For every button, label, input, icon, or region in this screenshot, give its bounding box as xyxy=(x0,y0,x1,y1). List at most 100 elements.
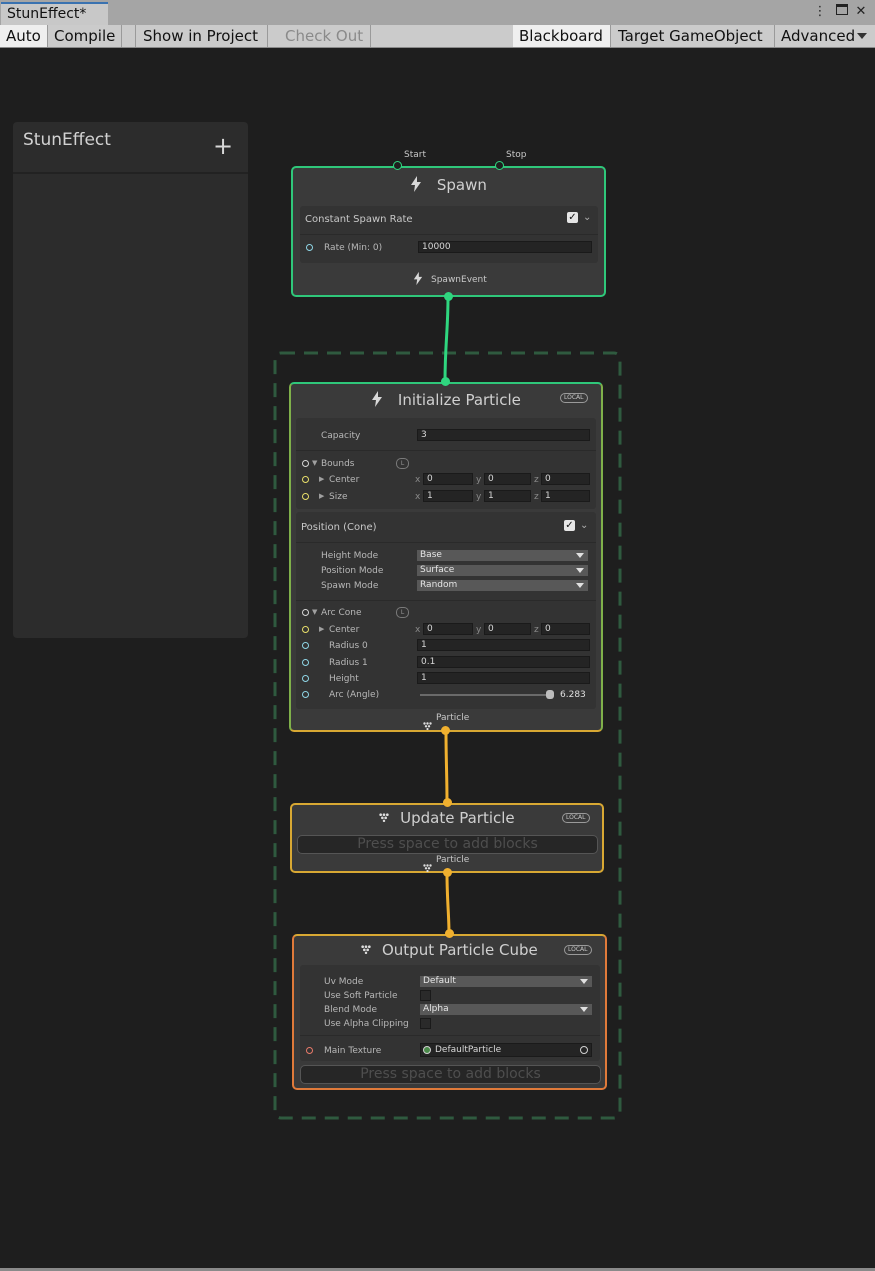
cone-center-x[interactable]: 0 xyxy=(423,623,473,635)
axis-z-label: z xyxy=(534,625,539,635)
use-soft-particle-label: Use Soft Particle xyxy=(324,991,398,1001)
constant-spawn-rate-block[interactable]: Constant Spawn Rate ✓ ⌄ Rate (Min: 0) 10… xyxy=(300,206,598,263)
spawn-title-row: Spawn xyxy=(293,176,604,194)
expand-right-icon[interactable]: ▶ xyxy=(319,492,324,500)
cone-center-y[interactable]: 0 xyxy=(484,623,531,635)
bounds-center-port[interactable] xyxy=(302,476,309,483)
spawn-title: Spawn xyxy=(436,176,487,194)
radius0-label: Radius 0 xyxy=(329,641,368,651)
position-cone-block[interactable]: Position (Cone) ✓ ⌄ Height Mode Base Pos… xyxy=(296,512,596,709)
height-mode-dropdown[interactable]: Base xyxy=(417,550,588,561)
expand-right-icon[interactable]: ▶ xyxy=(319,475,324,483)
particle-output-icon xyxy=(423,857,432,876)
rate-input-port[interactable] xyxy=(306,244,313,251)
output-input-port[interactable] xyxy=(445,929,454,938)
main-texture-label: Main Texture xyxy=(324,1046,382,1056)
position-mode-dropdown[interactable]: Surface xyxy=(417,565,588,576)
start-input-port[interactable] xyxy=(393,161,402,170)
bounds-center-z[interactable]: 0 xyxy=(541,473,590,485)
radius1-label: Radius 1 xyxy=(329,658,368,668)
axis-z-label: z xyxy=(534,492,539,502)
block-enable-checkbox[interactable]: ✓ xyxy=(564,520,575,531)
use-soft-particle-checkbox[interactable] xyxy=(420,990,431,1001)
arc-cone-port[interactable] xyxy=(302,609,309,616)
edge-update-output xyxy=(445,872,451,935)
bounds-center-x[interactable]: 0 xyxy=(423,473,473,485)
radius0-port[interactable] xyxy=(302,642,309,649)
spawn-context[interactable]: Spawn Constant Spawn Rate ✓ ⌄ Rate (Min:… xyxy=(291,166,606,297)
divider xyxy=(296,450,596,451)
radius0-field[interactable]: 1 xyxy=(417,639,590,651)
bounds-size-x[interactable]: 1 xyxy=(423,490,473,502)
arc-angle-port[interactable] xyxy=(302,691,309,698)
height-field[interactable]: 1 xyxy=(417,672,590,684)
init-title: Initialize Particle xyxy=(397,391,521,409)
init-output-port[interactable] xyxy=(441,726,450,735)
update-input-port[interactable] xyxy=(443,798,452,807)
main-texture-value: DefaultParticle xyxy=(435,1045,502,1055)
bounds-size-z[interactable]: 1 xyxy=(541,490,590,502)
bounds-center-y[interactable]: 0 xyxy=(484,473,531,485)
height-port[interactable] xyxy=(302,675,309,682)
expand-right-icon[interactable]: ▶ xyxy=(319,625,324,633)
bounds-port[interactable] xyxy=(302,460,309,467)
initialize-particle-context[interactable]: Initialize Particle LOCAL Capacity 3 ▼ B… xyxy=(289,382,603,732)
chevron-down-icon[interactable]: ⌄ xyxy=(583,212,591,223)
cone-center-port[interactable] xyxy=(302,626,309,633)
block-enable-checkbox[interactable]: ✓ xyxy=(567,212,578,223)
use-alpha-clipping-checkbox[interactable] xyxy=(420,1018,431,1029)
edge-spawn-init xyxy=(443,296,450,383)
main-texture-port[interactable] xyxy=(306,1047,313,1054)
output-title-row: Output Particle Cube xyxy=(294,941,605,959)
cone-center-z[interactable]: 0 xyxy=(541,623,590,635)
axis-y-label: y xyxy=(476,475,482,485)
init-title-row: Initialize Particle xyxy=(291,391,601,409)
divider xyxy=(296,600,596,601)
local-badge: LOCAL xyxy=(562,813,590,823)
spawnevent-output-label: SpawnEvent xyxy=(431,275,487,285)
spawn-output-port[interactable] xyxy=(444,292,453,301)
edge-init-update xyxy=(444,730,449,804)
object-picker-icon[interactable] xyxy=(580,1046,588,1054)
rate-label: Rate (Min: 0) xyxy=(324,243,383,253)
divider xyxy=(300,234,598,235)
axis-x-label: x xyxy=(415,625,421,635)
chevron-down-icon[interactable]: ⌄ xyxy=(580,520,588,531)
axis-z-label: z xyxy=(534,475,539,485)
capacity-field[interactable]: 3 xyxy=(417,429,590,441)
main-texture-field[interactable]: DefaultParticle xyxy=(420,1043,592,1057)
uv-mode-dropdown[interactable]: Default xyxy=(420,976,592,987)
init-input-port[interactable] xyxy=(441,377,450,386)
update-output-port[interactable] xyxy=(443,868,452,877)
radius1-field[interactable]: 0.1 xyxy=(417,656,590,668)
add-blocks-placeholder[interactable]: Press space to add blocks xyxy=(300,1065,601,1084)
bounds-size-y[interactable]: 1 xyxy=(484,490,531,502)
stop-input-port[interactable] xyxy=(495,161,504,170)
space-local-badge[interactable]: L xyxy=(396,607,409,618)
rate-field[interactable]: 10000 xyxy=(418,241,592,253)
expand-down-icon[interactable]: ▼ xyxy=(312,459,317,467)
blend-mode-dropdown[interactable]: Alpha xyxy=(420,1004,592,1015)
bounds-size-port[interactable] xyxy=(302,493,309,500)
block-title: Constant Spawn Rate xyxy=(305,214,413,225)
divider xyxy=(300,1035,600,1036)
particle-output-label: Particle xyxy=(436,713,470,723)
radius1-port[interactable] xyxy=(302,659,309,666)
spawn-mode-label: Spawn Mode xyxy=(321,581,379,591)
add-blocks-placeholder[interactable]: Press space to add blocks xyxy=(297,835,598,854)
arc-slider-thumb[interactable] xyxy=(546,690,554,699)
texture-icon xyxy=(423,1046,431,1054)
output-particle-cube-context[interactable]: Output Particle Cube LOCAL Uv Mode Defau… xyxy=(292,934,607,1090)
spawn-mode-dropdown[interactable]: Random xyxy=(417,580,588,591)
bounds-size-label: Size xyxy=(329,492,348,502)
axis-y-label: y xyxy=(476,625,482,635)
arc-angle-value[interactable]: 6.283 xyxy=(560,690,586,700)
arc-slider-track[interactable] xyxy=(420,694,550,696)
space-local-badge[interactable]: L xyxy=(396,458,409,469)
expand-down-icon[interactable]: ▼ xyxy=(312,608,317,616)
stop-label: Stop xyxy=(506,150,527,160)
divider xyxy=(296,542,596,543)
block-title: Position (Cone) xyxy=(301,522,377,533)
update-particle-context[interactable]: Update Particle LOCAL Press space to add… xyxy=(290,803,604,873)
lightning-icon xyxy=(371,391,388,409)
